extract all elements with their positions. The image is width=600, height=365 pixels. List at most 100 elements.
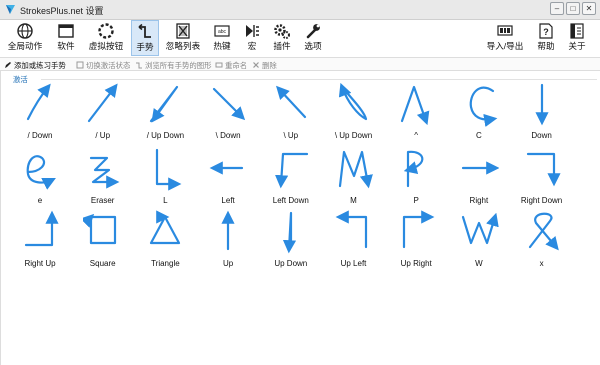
toggle-active-button[interactable]: 切换激活状态 [76, 59, 130, 71]
gesture-label: Left Down [272, 196, 309, 205]
gesture-item[interactable]: Left [196, 146, 260, 208]
about-button[interactable]: 关于 [564, 20, 590, 56]
gesture-label: Right Down [520, 196, 563, 205]
gesture-item[interactable]: L [133, 146, 197, 208]
gesture-stroke-icon [156, 148, 182, 191]
pen-gesture-icon [5, 62, 11, 68]
gesture-stroke-path [338, 150, 373, 189]
title-bar: StrokesPlus.net 设置 – □ ✕ [0, 0, 600, 20]
gesture-stroke-path [338, 82, 367, 121]
gesture-stroke-icon [282, 211, 296, 254]
gesture-list-panel: 激活 / Down / Up / Up Down \ Down \ Up \ Up Dow… [0, 71, 600, 365]
gesture-item[interactable]: Right Up [8, 209, 72, 271]
gesture-label: M [350, 196, 357, 205]
gesture-stroke-path [26, 155, 56, 190]
gesture-stroke-path [469, 86, 498, 127]
import-export-label: 导入/导出 [486, 41, 524, 51]
gesture-label: Square [89, 259, 116, 268]
plugin-gear-icon [274, 24, 290, 39]
virtual-buttons-button[interactable]: 虚拟按钮 [84, 20, 128, 56]
keyboard-icon: abc [214, 25, 230, 37]
gesture-subtoolbar: 添加或练习手势 切换激活状态 浏览所有手势的图形 重命名 删除 [0, 57, 600, 71]
gesture-item[interactable]: Left Down [259, 146, 323, 208]
gesture-item[interactable]: ^ [384, 81, 448, 143]
window-title: StrokesPlus.net 设置 [20, 6, 104, 16]
gesture-stroke-path [403, 210, 435, 249]
gesture-label: L [163, 196, 168, 205]
help-button[interactable]: ? 帮助 [533, 20, 559, 56]
gesture-stroke-icon [338, 82, 367, 121]
gesture-item[interactable]: \ Down [196, 81, 260, 143]
gesture-item[interactable]: Down [510, 81, 574, 143]
gesture-item[interactable]: x [510, 209, 574, 271]
ignore-list-icon [176, 23, 190, 39]
gesture-stroke-icon [24, 210, 59, 247]
gesture-item[interactable]: Right Down [510, 146, 574, 208]
gesture-item[interactable]: P [384, 146, 448, 208]
gesture-label: \ Down [215, 131, 241, 140]
gesture-item[interactable]: Square [71, 209, 135, 271]
delete-button[interactable]: 删除 [252, 59, 277, 71]
gesture-item[interactable]: Up Right [384, 209, 448, 271]
add-practice-label: 添加或练习手势 [14, 60, 66, 70]
gesture-item[interactable]: / Down [8, 81, 72, 143]
gesture-stroke-icon [338, 150, 373, 189]
gesture-stroke-icon [89, 156, 120, 189]
gesture-label: Up Right [400, 259, 432, 268]
gesture-item[interactable]: M [322, 146, 386, 208]
gesture-stroke-icon [87, 83, 118, 123]
gesture-item[interactable]: C [447, 81, 511, 143]
gesture-item[interactable]: \ Up [259, 81, 323, 143]
gesture-stroke-icon [528, 212, 559, 251]
gesture-stroke-path [89, 156, 120, 189]
toggle-icon [76, 61, 84, 69]
gesture-stroke-path [91, 217, 116, 245]
gestures-button[interactable]: 手势 [131, 20, 159, 56]
options-button[interactable]: 选项 [300, 20, 326, 56]
gesture-label: Triangle [151, 259, 180, 268]
import-export-button[interactable]: 导入/导出 [484, 20, 526, 56]
gesture-label: C [476, 131, 482, 140]
gesture-stroke-path [282, 211, 296, 254]
gesture-item[interactable]: W [447, 209, 511, 271]
rename-button[interactable]: 重命名 [215, 59, 247, 71]
app-logo-icon [6, 5, 15, 14]
macros-button[interactable]: 宏 [240, 20, 264, 56]
apps-button[interactable]: 软件 [50, 20, 82, 56]
gesture-item[interactable]: Right [447, 146, 511, 208]
gesture-stroke-path [212, 87, 246, 121]
gesture-label: \ Up Down [334, 131, 373, 140]
maximize-button[interactable]: □ [566, 2, 580, 15]
about-icon [570, 23, 584, 39]
gesture-stroke-icon [461, 212, 499, 245]
gesture-stroke-icon [212, 87, 246, 121]
gesture-item[interactable]: \ Up Down [322, 81, 386, 143]
gesture-stroke-icon [26, 155, 56, 190]
plugins-label: 插件 [273, 41, 291, 51]
add-practice-gesture-button[interactable]: 添加或练习手势 [4, 59, 66, 71]
gesture-item[interactable]: / Up Down [133, 81, 197, 143]
gesture-item[interactable]: Up Down [259, 209, 323, 271]
browse-all-label: 浏览所有手势的图形 [145, 60, 212, 70]
gesture-item[interactable]: Eraser [71, 146, 135, 208]
import-export-icon [497, 25, 513, 36]
gesture-item[interactable]: Up Left [322, 209, 386, 271]
hotkeys-button[interactable]: abc 热键 [208, 20, 236, 56]
window-controls: – □ ✕ [550, 2, 596, 15]
browse-all-gestures-button[interactable]: 浏览所有手势的图形 [135, 59, 212, 71]
delete-label: 删除 [262, 60, 277, 70]
ignore-list-button[interactable]: 忽略列表 [163, 20, 203, 56]
gesture-stroke-path [528, 212, 559, 251]
gesture-item[interactable]: e [8, 146, 72, 208]
gesture-item[interactable]: Up [196, 209, 260, 271]
gesture-item[interactable]: / Up [71, 81, 135, 143]
browse-gesture-icon [136, 62, 142, 69]
gesture-stroke-path [526, 152, 561, 187]
minimize-button[interactable]: – [550, 2, 564, 15]
gesture-stroke-icon [274, 152, 308, 189]
global-actions-button[interactable]: 全局动作 [4, 20, 46, 56]
plugins-button[interactable]: 插件 [268, 20, 296, 56]
main-toolbar: 全局动作 软件 虚拟按钮 手势 忽略列表 abc 热键 宏 插件 选项 导入/导… [0, 20, 600, 56]
gesture-item[interactable]: Triangle [133, 209, 197, 271]
close-button[interactable]: ✕ [582, 2, 596, 15]
